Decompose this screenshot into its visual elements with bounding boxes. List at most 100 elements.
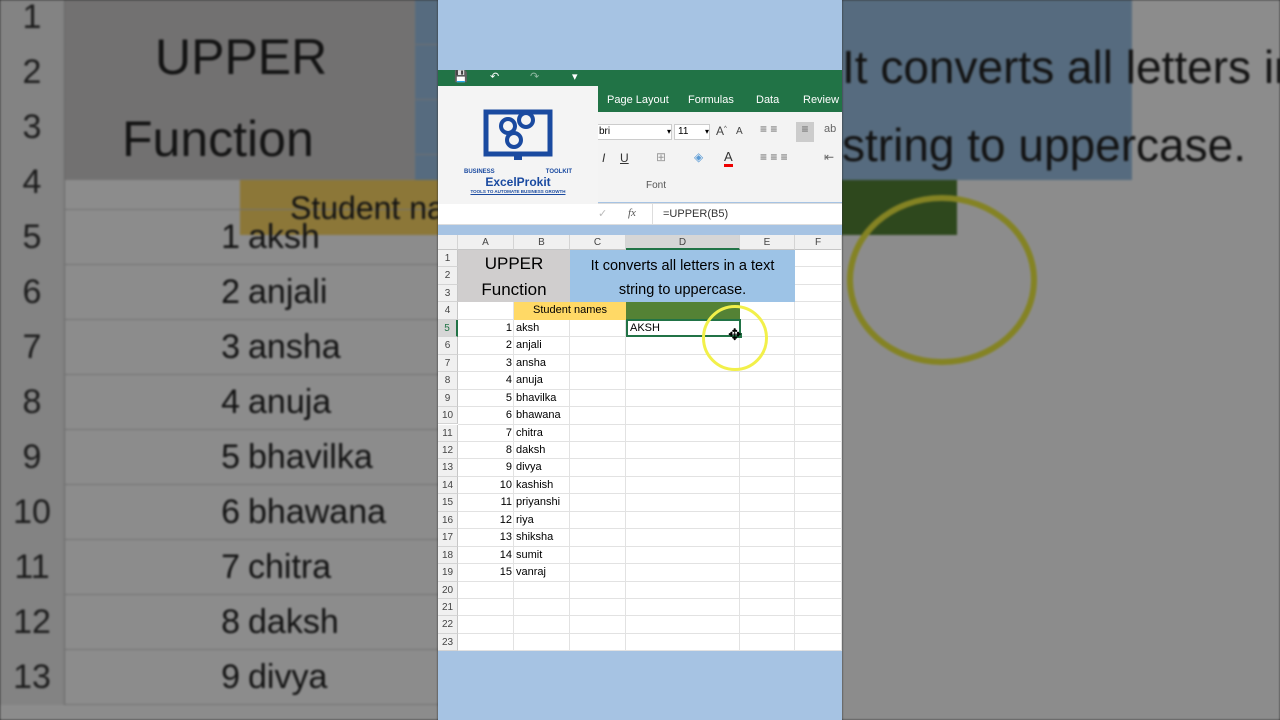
tab-review[interactable]: Review [803,94,839,106]
formula-input[interactable]: =UPPER(B5) [652,204,842,224]
serial-number-cell[interactable]: 2 [458,337,512,354]
row-header-3[interactable]: 3 [438,284,458,303]
student-name-cell[interactable]: aksh [516,320,539,337]
redo-icon[interactable]: ↷ [530,70,539,83]
serial-number-cell[interactable]: 8 [458,442,512,459]
serial-number-cell[interactable]: 5 [458,390,512,407]
tab-formulas[interactable]: Formulas [688,94,734,106]
row-header-19[interactable]: 19 [438,564,458,582]
column-header-F[interactable]: F [795,235,842,250]
orientation-icon[interactable]: ab [824,123,836,135]
column-header-B[interactable]: B [514,235,570,250]
serial-number-cell[interactable]: 1 [458,320,512,337]
serial-number-cell[interactable]: 12 [458,512,512,529]
row-header-13[interactable]: 13 [438,459,458,477]
grow-font-icon[interactable]: A^ [716,124,727,138]
student-name-cell[interactable]: bhawana [516,407,561,424]
row-header-9[interactable]: 9 [438,389,458,408]
bg-serial: 6 [221,493,240,531]
row-header-16[interactable]: 16 [438,511,458,530]
student-name-cell[interactable]: daksh [516,442,545,459]
indent-icon[interactable]: ⇤ [824,150,834,164]
tab-page-layout[interactable]: Page Layout [607,94,669,106]
serial-number-cell[interactable]: 15 [458,564,512,581]
serial-number-cell[interactable]: 6 [458,407,512,424]
serial-number-cell[interactable]: 10 [458,477,512,494]
row-header-14[interactable]: 14 [438,476,458,495]
column-header-E[interactable]: E [740,235,795,250]
row-header-23[interactable]: 23 [438,633,458,652]
undo-icon[interactable]: ↶ [490,70,499,83]
bg-title-upper: UPPER [155,29,328,85]
align-bottom-icon[interactable]: ≡ [796,122,814,142]
logo-tagline: TOOLS TO AUTOMATE BUSINESS GROWTH [470,189,566,194]
bg-row-number: 3 [0,100,65,155]
bg-row-number: 7 [0,320,65,375]
bg-serial: 8 [221,603,240,641]
student-name-cell[interactable]: ansha [516,355,546,372]
row-header-2[interactable]: 2 [438,267,458,285]
row-header-20[interactable]: 20 [438,581,458,599]
serial-number-cell[interactable]: 14 [458,547,512,564]
tab-data[interactable]: Data [756,94,779,106]
column-header-D[interactable]: D [626,235,740,250]
row-header-17[interactable]: 17 [438,529,458,547]
bg-row-number: 12 [0,595,65,650]
student-name-cell[interactable]: anuja [516,372,543,389]
serial-number-cell[interactable]: 3 [458,355,512,372]
font-size-select[interactable]: 11 ▾ [674,124,710,140]
blurred-background-left: 1 2 3 4 5 1 aksh 6 2 anjali 7 3 ansha 8 4 anuja 9 5 bhavil… [0,0,438,720]
move-cursor-icon: ✥ [728,327,742,344]
serial-number-cell[interactable]: 9 [458,459,512,476]
underline-icon[interactable]: U [620,151,629,165]
borders-icon[interactable]: ⊞ [656,150,666,164]
row-header-5[interactable]: 5 [438,319,458,338]
row-header-8[interactable]: 8 [438,372,458,390]
customize-toolbar-icon[interactable]: ▾ [572,70,578,83]
row-header-21[interactable]: 21 [438,599,458,617]
serial-number-cell[interactable]: 11 [458,494,512,511]
serial-number-cell[interactable]: 4 [458,372,512,389]
align-left-icon[interactable]: ≡ ≡ ≡ [760,150,788,164]
row-header-12[interactable]: 12 [438,441,458,460]
row-header-7[interactable]: 7 [438,354,458,373]
shrink-font-icon[interactable]: A [736,126,743,137]
student-name-cell[interactable]: vanraj [516,564,546,581]
student-name-cell[interactable]: shiksha [516,529,553,546]
student-name-cell[interactable]: sumit [516,547,542,564]
save-icon[interactable]: 💾 [454,70,468,83]
serial-number-cell[interactable]: 7 [458,425,512,442]
row-header-15[interactable]: 15 [438,494,458,512]
student-name-cell[interactable]: priyanshi [516,494,560,511]
bg-desc-line1: It converts all letters in a text [842,41,1280,93]
column-header-A[interactable]: A [458,235,514,250]
title-function: Function [481,280,547,299]
fill-color-icon[interactable]: ◈ [694,150,703,164]
monitor-gears-icon [483,109,553,160]
row-header-11[interactable]: 11 [438,424,458,442]
insert-function-icon[interactable]: fx [628,207,636,219]
italic-icon[interactable]: I [602,151,605,165]
row-header-22[interactable]: 22 [438,616,458,634]
row-header-18[interactable]: 18 [438,546,458,565]
row-header-4[interactable]: 4 [438,302,458,320]
row-header-1[interactable]: 1 [438,250,458,268]
font-name-select[interactable]: bri ▾ [596,124,672,140]
student-name-cell[interactable]: anjali [516,337,542,354]
student-name-cell[interactable]: riya [516,512,534,529]
select-all-button[interactable] [438,235,458,250]
enter-check-icon[interactable]: ✓ [598,207,607,220]
align-top-icon[interactable]: ≡ ≡ [760,122,777,136]
serial-number-cell[interactable]: 13 [458,529,512,546]
student-name-cell[interactable]: chitra [516,425,543,442]
font-color-icon[interactable]: A [724,149,733,167]
row-header-10[interactable]: 10 [438,407,458,425]
row-header-6[interactable]: 6 [438,337,458,355]
student-name-cell[interactable]: bhavilka [516,390,556,407]
column-header-C[interactable]: C [570,235,626,250]
student-names-header[interactable]: Student names [514,302,626,319]
student-name-cell[interactable]: kashish [516,477,553,494]
bg-serial: 7 [221,548,240,586]
student-name-cell[interactable]: divya [516,459,542,476]
gridline [458,650,842,652]
